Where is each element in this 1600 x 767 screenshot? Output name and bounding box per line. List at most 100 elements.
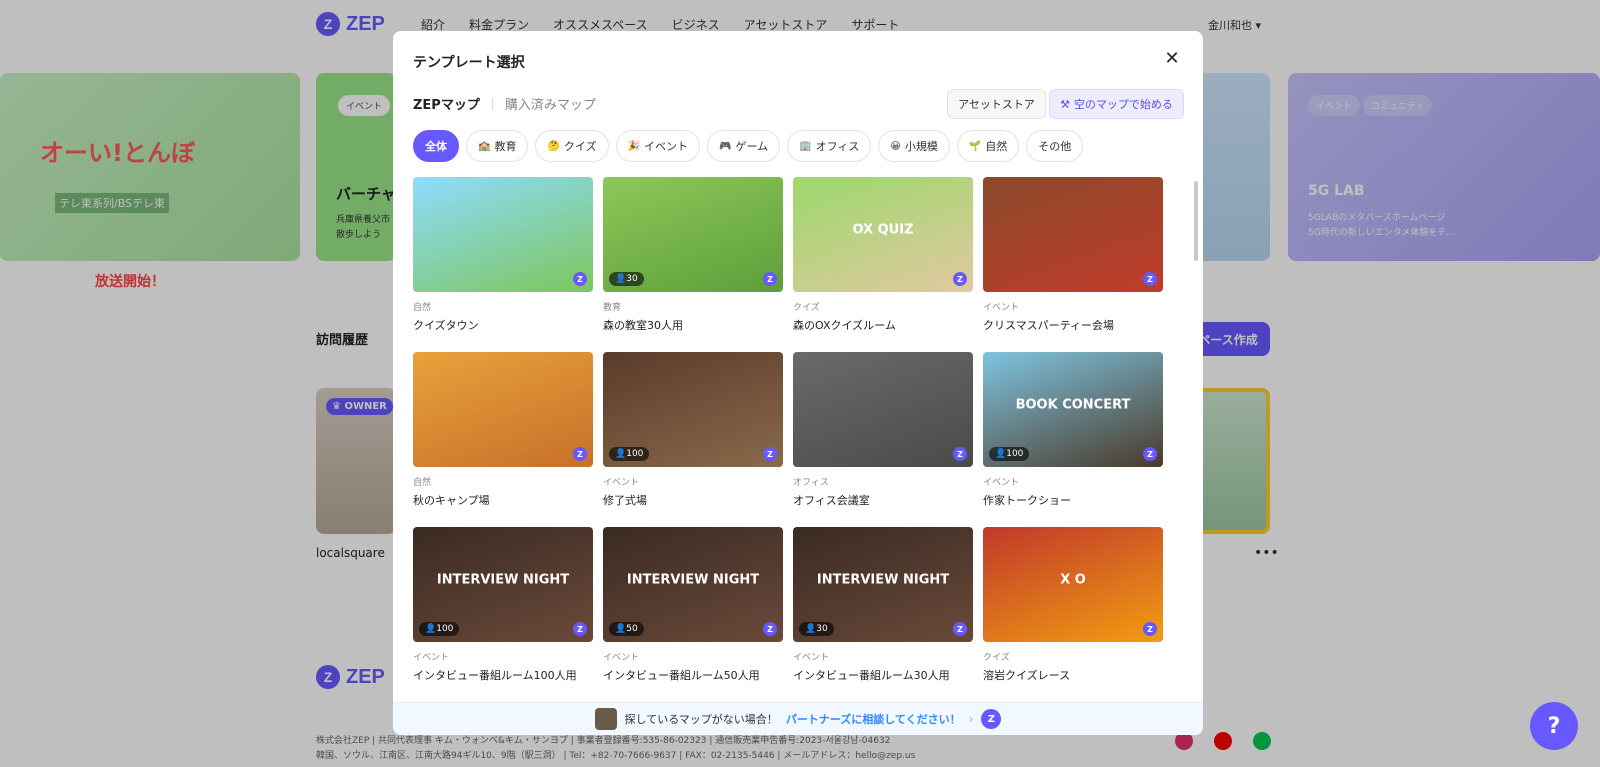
filter-chip-other[interactable]: その他 xyxy=(1026,130,1084,162)
template-name[interactable]: インタビュー番組ルーム30人用 xyxy=(793,667,973,683)
template-card[interactable]: Z 自然クイズタウン xyxy=(413,177,593,333)
filter-chip-nature[interactable]: 🌱 自然 xyxy=(956,130,1020,162)
template-name[interactable]: 森のOXクイズルーム xyxy=(793,317,973,333)
filter-chip-quiz[interactable]: 🤔 クイズ xyxy=(535,130,609,162)
template-card[interactable]: Z イベントクリスマスパーティー会場 xyxy=(983,177,1163,333)
template-thumbnail[interactable]: INTERVIEW NIGHT 👤50 Z xyxy=(603,527,783,642)
template-category: イベント xyxy=(983,303,1020,313)
template-name[interactable]: 作家トークショー xyxy=(983,492,1163,508)
party-icon: 🎉 xyxy=(627,140,641,152)
template-name[interactable]: インタビュー番組ルーム50人用 xyxy=(603,667,783,683)
school-icon: 🏫 xyxy=(478,140,491,152)
thinking-icon: 🤔 xyxy=(547,140,560,152)
chevron-right-icon: › xyxy=(968,712,974,726)
template-category: 自然 xyxy=(413,303,432,313)
template-thumbnail[interactable]: Z xyxy=(413,352,593,467)
template-name[interactable]: 秋のキャンプ場 xyxy=(413,492,593,508)
character-avatar xyxy=(594,708,617,730)
template-thumbnail[interactable]: Z xyxy=(983,177,1163,292)
tab-purchased-maps[interactable]: 購入済みマップ xyxy=(505,94,596,113)
capacity-badge: 👤100 xyxy=(989,447,1030,461)
template-thumbnail[interactable]: X O Z xyxy=(983,527,1163,642)
capacity-badge: 👤100 xyxy=(419,622,460,636)
template-name[interactable]: クリスマスパーティー会場 xyxy=(983,317,1163,333)
help-button[interactable]: ? xyxy=(1530,702,1578,750)
zep-badge-icon: Z xyxy=(763,447,777,461)
template-select-modal: テンプレート選択 ✕ ZEPマップ 購入済みマップ アセットストア ⚒ 空のマッ… xyxy=(393,31,1203,735)
user-icon: 👤 xyxy=(425,624,437,634)
zep-badge-icon: Z xyxy=(573,622,587,636)
zep-badge-icon: Z xyxy=(1143,272,1157,286)
partner-banner-text: 探しているマップがない場合！ xyxy=(624,713,778,726)
category-filters: 全体 🏫 教育 🤔 クイズ 🎉 イベント 🎮 ゲーム 🏢 オフィス 😀 小規模 🌱 自然 その… xyxy=(413,130,1084,162)
user-icon: 👤 xyxy=(805,624,817,634)
template-thumbnail[interactable]: Z xyxy=(793,352,973,467)
template-thumbnail[interactable]: 👤30 Z xyxy=(603,177,783,292)
capacity-badge: 👤30 xyxy=(799,622,834,636)
zep-partners-icon[interactable]: Z xyxy=(981,709,1002,729)
template-card[interactable]: BOOK CONCERT 👤100 Z イベント 作家トークショー xyxy=(983,352,1163,508)
template-category: イベント xyxy=(603,478,640,488)
gamepad-icon: 🎮 xyxy=(719,140,732,152)
zep-badge-icon: Z xyxy=(573,447,587,461)
thumbnail-sign: X O xyxy=(1060,572,1086,588)
filter-chip-education[interactable]: 🏫 教育 xyxy=(466,130,529,162)
thumbnail-sign: INTERVIEW NIGHT xyxy=(816,572,950,588)
template-card[interactable]: Z 自然 秋のキャンプ場 xyxy=(413,352,593,508)
scrollbar-thumb[interactable] xyxy=(1194,181,1198,261)
template-thumbnail[interactable]: 👤100 Z xyxy=(603,352,783,467)
user-icon: 👤 xyxy=(995,449,1007,459)
template-name[interactable]: インタビュー番組ルーム100人用 xyxy=(413,667,593,683)
template-name[interactable]: クイズタウン xyxy=(413,317,593,333)
template-thumbnail[interactable]: Z xyxy=(413,177,593,292)
modal-title: テンプレート選択 xyxy=(413,55,525,71)
user-icon: 👤 xyxy=(615,274,627,284)
asset-store-button[interactable]: アセットストア xyxy=(947,89,1046,119)
template-thumbnail[interactable]: INTERVIEW NIGHT 👤100 Z xyxy=(413,527,593,642)
filter-chip-game[interactable]: 🎮 ゲーム xyxy=(707,130,781,162)
capacity-badge: 👤100 xyxy=(609,447,650,461)
thumbnail-sign: INTERVIEW NIGHT xyxy=(436,572,570,588)
filter-chip-event[interactable]: 🎉 イベント xyxy=(615,130,701,162)
partner-consult-link[interactable]: パートナーズに相談してください！ xyxy=(786,711,961,727)
zep-badge-icon: Z xyxy=(953,622,967,636)
zep-badge-icon: Z xyxy=(573,272,587,286)
template-category: 教育 xyxy=(603,303,622,313)
template-thumbnail[interactable]: INTERVIEW NIGHT 👤30 Z xyxy=(793,527,973,642)
template-card[interactable]: INTERVIEW NIGHT 👤50 Z イベント インタビュー番組ルーム50人用 xyxy=(603,527,783,683)
capacity-badge: 👤30 xyxy=(609,272,644,286)
template-card[interactable]: INTERVIEW NIGHT 👤30 Z イベントインタビュー番組ルーム30人用 xyxy=(793,527,973,683)
zep-badge-icon: Z xyxy=(1143,447,1157,461)
template-name[interactable]: 溶岩クイズレース xyxy=(983,667,1163,683)
template-card[interactable]: OX QUIZ Z クイズ 森のOXクイズルーム xyxy=(793,177,973,333)
filter-chip-office[interactable]: 🏢 オフィス xyxy=(787,130,872,162)
template-category: イベント xyxy=(983,478,1020,488)
filter-chip-all[interactable]: 全体 xyxy=(413,130,459,162)
partner-banner: 探しているマップがない場合！ パートナーズに相談してください！ › Z xyxy=(393,702,1203,735)
template-name[interactable]: 森の教室30人用 xyxy=(603,317,783,333)
template-card[interactable]: X O Z クイズ 溶岩クイズレース xyxy=(983,527,1163,683)
template-card[interactable]: 👤30 Z 教育森の教室30人用 xyxy=(603,177,783,333)
template-name[interactable]: 修了式場 xyxy=(603,492,783,508)
filter-chip-small[interactable]: 😀 小規模 xyxy=(878,130,950,162)
template-thumbnail[interactable]: OX QUIZ Z xyxy=(793,177,973,292)
thumbnail-sign: INTERVIEW NIGHT xyxy=(626,572,760,588)
user-icon: 👤 xyxy=(615,624,627,634)
close-icon[interactable]: ✕ xyxy=(1162,49,1182,69)
start-blank-map-button[interactable]: ⚒ 空のマップで始める xyxy=(1049,89,1184,119)
smile-icon: 😀 xyxy=(890,140,901,152)
zep-badge-icon: Z xyxy=(1143,622,1157,636)
template-category: イベント xyxy=(793,653,830,663)
template-grid: Z 自然クイズタウン 👤30 Z 教育森の教室30人用 OX QUIZ Z クイズ 森のOXクイ… xyxy=(413,177,1178,693)
zep-badge-icon: Z xyxy=(763,272,777,286)
capacity-badge: 👤50 xyxy=(609,622,644,636)
template-name[interactable]: オフィス会議室 xyxy=(793,492,973,508)
template-thumbnail[interactable]: BOOK CONCERT 👤100 Z xyxy=(983,352,1163,467)
template-card[interactable]: INTERVIEW NIGHT 👤100 Z イベント インタビュー番組ルーム100人用 xyxy=(413,527,593,683)
map-source-tabs: ZEPマップ 購入済みマップ xyxy=(413,94,596,113)
template-card[interactable]: Z オフィス オフィス会議室 xyxy=(793,352,973,508)
tab-zep-maps[interactable]: ZEPマップ xyxy=(413,94,480,113)
wand-icon: ⚒ xyxy=(1060,97,1070,111)
user-icon: 👤 xyxy=(615,449,627,459)
template-card[interactable]: 👤100 Z イベント修了式場 xyxy=(603,352,783,508)
